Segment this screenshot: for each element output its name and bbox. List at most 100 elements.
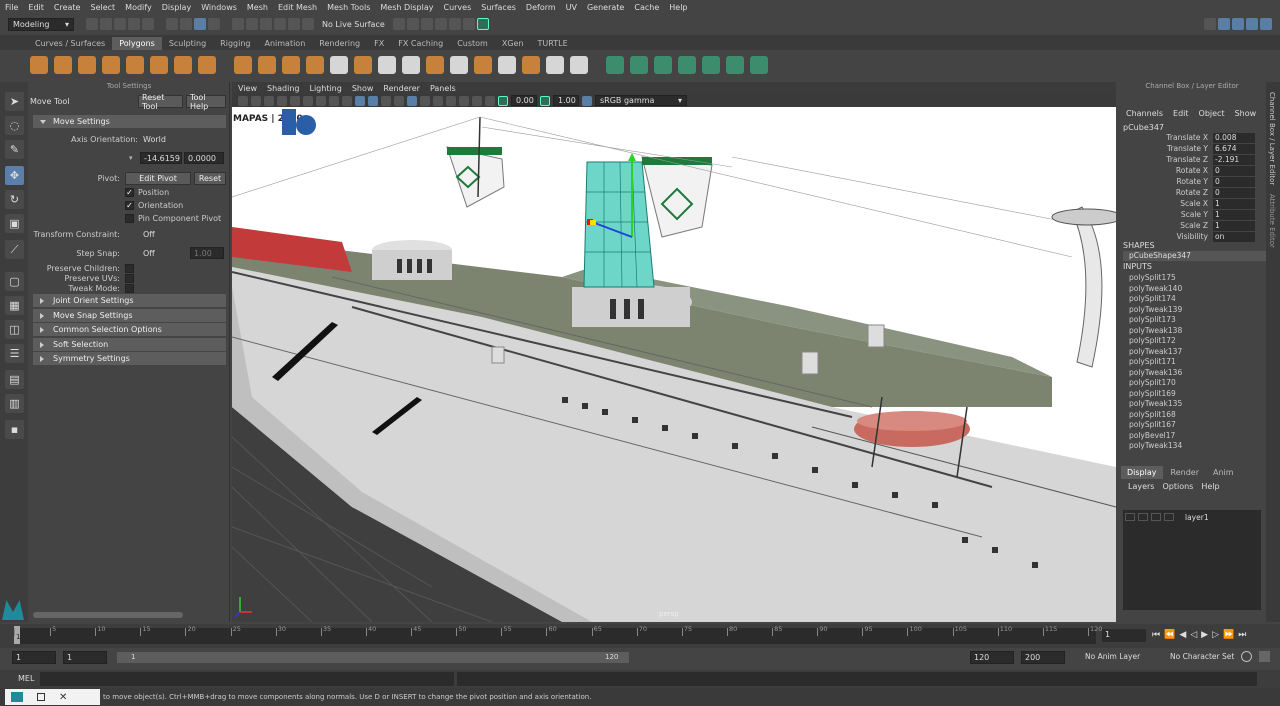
gamma-icon[interactable]	[540, 95, 550, 106]
axis-orientation-value[interactable]: World	[143, 135, 166, 144]
graph-view-icon[interactable]: ▤	[5, 370, 24, 389]
layer-name[interactable]: layer1	[1185, 513, 1209, 522]
channel-box-side-tab[interactable]: Channel Box / Layer Editor	[1268, 92, 1276, 185]
maximize-icon[interactable]	[37, 693, 45, 701]
input-node[interactable]: polyTweak138	[1129, 326, 1182, 335]
snap-curve-icon[interactable]	[246, 18, 258, 30]
undo-icon[interactable]	[128, 18, 140, 30]
menu-help[interactable]: Help	[664, 3, 692, 12]
step-snap-value[interactable]: Off	[143, 249, 155, 258]
camera-select-icon[interactable]	[238, 95, 248, 106]
menu-modify[interactable]: Modify	[120, 3, 157, 12]
attr-visibility-label[interactable]: Visibility	[1177, 232, 1208, 241]
move-tool-icon[interactable]: ✥	[5, 166, 24, 185]
textured-icon[interactable]	[394, 95, 404, 106]
snap-view-icon[interactable]	[274, 18, 286, 30]
preferences-icon[interactable]	[1259, 651, 1270, 662]
show-menu[interactable]: Show	[1235, 109, 1257, 118]
step-snap-field[interactable]: 1.00	[190, 247, 224, 259]
input-node[interactable]: polyTweak140	[1129, 284, 1182, 293]
toggle-panel-2-icon[interactable]	[1232, 18, 1244, 30]
step-back-frame-icon[interactable]: ◀	[1179, 630, 1186, 640]
character-set-dropdown[interactable]: No Character Set	[1170, 652, 1234, 661]
attr-scale-x-value[interactable]: 1	[1213, 199, 1255, 209]
shelf-tab-custom[interactable]: Custom	[450, 37, 495, 50]
single-view-icon[interactable]: ▢	[5, 272, 24, 291]
boolean-icon[interactable]	[306, 56, 324, 74]
live-surface-label[interactable]: No Live Surface	[322, 20, 385, 29]
ipr-icon[interactable]	[406, 18, 419, 30]
position-checkbox[interactable]: ✓	[125, 188, 134, 197]
edit-menu[interactable]: Edit	[1173, 109, 1189, 118]
shelf-tab-animation[interactable]: Animation	[257, 37, 312, 50]
shelf-tab-fx-caching[interactable]: FX Caching	[391, 37, 450, 50]
attribute-editor-side-tab[interactable]: Attribute Editor	[1268, 194, 1276, 248]
quad-draw-icon[interactable]	[522, 56, 540, 74]
viewport-menu-panels[interactable]: Panels	[430, 84, 456, 93]
cut-uv-icon[interactable]	[750, 56, 768, 74]
move-snap-settings-section[interactable]: Move Snap Settings	[33, 309, 226, 322]
mask-icon[interactable]	[208, 18, 220, 30]
four-view-icon[interactable]: ▦	[5, 296, 24, 315]
append-polygon-icon[interactable]	[450, 56, 468, 74]
common-selection-options-section[interactable]: Common Selection Options	[33, 323, 226, 336]
motion-blur-icon[interactable]	[446, 95, 456, 106]
reset-tool-button[interactable]: Reset Tool	[138, 93, 183, 111]
input-node[interactable]: polySplit172	[1129, 336, 1176, 345]
go-to-start-icon[interactable]: ⏮	[1152, 630, 1160, 640]
shelf-tab-rigging[interactable]: Rigging	[213, 37, 257, 50]
menu-file[interactable]: File	[0, 3, 23, 12]
planar-map-icon[interactable]	[630, 56, 648, 74]
tab-anim[interactable]: Anim	[1207, 466, 1240, 479]
lights-icon[interactable]	[407, 95, 417, 106]
attr-rotate-y-value[interactable]: 0	[1213, 177, 1255, 187]
attr-translate-x-value[interactable]: 0.008	[1213, 133, 1255, 143]
redo-icon[interactable]	[142, 18, 154, 30]
render-icon[interactable]	[392, 18, 405, 30]
animation-start-field[interactable]: 1	[12, 651, 56, 664]
soft-selection-section[interactable]: Soft Selection	[33, 338, 226, 351]
axis-field-2[interactable]: 0.0000	[184, 152, 224, 164]
paint-select-icon[interactable]: ✎	[5, 140, 24, 159]
input-node[interactable]: polySplit170	[1129, 378, 1176, 387]
input-node[interactable]: polySplit168	[1129, 410, 1176, 419]
toggle-panel-1-icon[interactable]	[1218, 18, 1230, 30]
input-node[interactable]: polySplit167	[1129, 420, 1176, 429]
attr-scale-y-value[interactable]: 1	[1213, 210, 1255, 220]
gamma-field[interactable]: 1.00	[553, 95, 579, 106]
attr-translate-z-label[interactable]: Translate Z	[1166, 155, 1208, 164]
ambient-occlusion-icon[interactable]	[433, 95, 443, 106]
menu-mesh-display[interactable]: Mesh Display	[375, 3, 438, 12]
select-object-icon[interactable]	[180, 18, 192, 30]
shelf-tab-turtle[interactable]: TURTLE	[531, 37, 575, 50]
last-tool-icon[interactable]: ⟋	[5, 240, 24, 259]
menu-display[interactable]: Display	[157, 3, 197, 12]
camera-lock-icon[interactable]	[251, 95, 261, 106]
channels-menu[interactable]: Channels	[1126, 109, 1163, 118]
preserve-children-checkbox[interactable]	[125, 264, 134, 273]
exposure-field[interactable]: 0.00	[511, 95, 537, 106]
hypershade-icon[interactable]	[434, 18, 447, 30]
tab-render[interactable]: Render	[1165, 466, 1205, 479]
layer-row[interactable]: layer1	[1125, 512, 1259, 522]
mel-label[interactable]: MEL	[18, 674, 34, 683]
step-back-key-icon[interactable]: ⏪	[1164, 630, 1175, 640]
menu-mesh[interactable]: Mesh	[242, 3, 273, 12]
input-node[interactable]: polySplit169	[1129, 389, 1176, 398]
select-hierarchy-icon[interactable]	[166, 18, 178, 30]
safe-action-icon[interactable]	[342, 95, 352, 106]
magnet-icon[interactable]	[302, 18, 314, 30]
outliner-view-icon[interactable]: ☰	[5, 344, 24, 363]
move-settings-section[interactable]: Move Settings	[33, 115, 226, 128]
menu-deform[interactable]: Deform	[521, 3, 561, 12]
poly-cube-icon[interactable]	[54, 56, 72, 74]
preserve-uvs-checkbox[interactable]	[125, 274, 134, 283]
lasso-tool-icon[interactable]: ◌	[5, 116, 24, 135]
attr-translate-y-value[interactable]: 6.674	[1213, 144, 1255, 154]
attr-rotate-x-value[interactable]: 0	[1213, 166, 1255, 176]
shelf-tab-sculpting[interactable]: Sculpting	[162, 37, 213, 50]
resolution-gate-icon[interactable]	[316, 95, 326, 106]
perspective-viewport[interactable]: MAPAS | 2020 persp	[232, 107, 1116, 622]
save-scene-icon[interactable]	[114, 18, 126, 30]
color-management-icon[interactable]	[582, 95, 592, 106]
